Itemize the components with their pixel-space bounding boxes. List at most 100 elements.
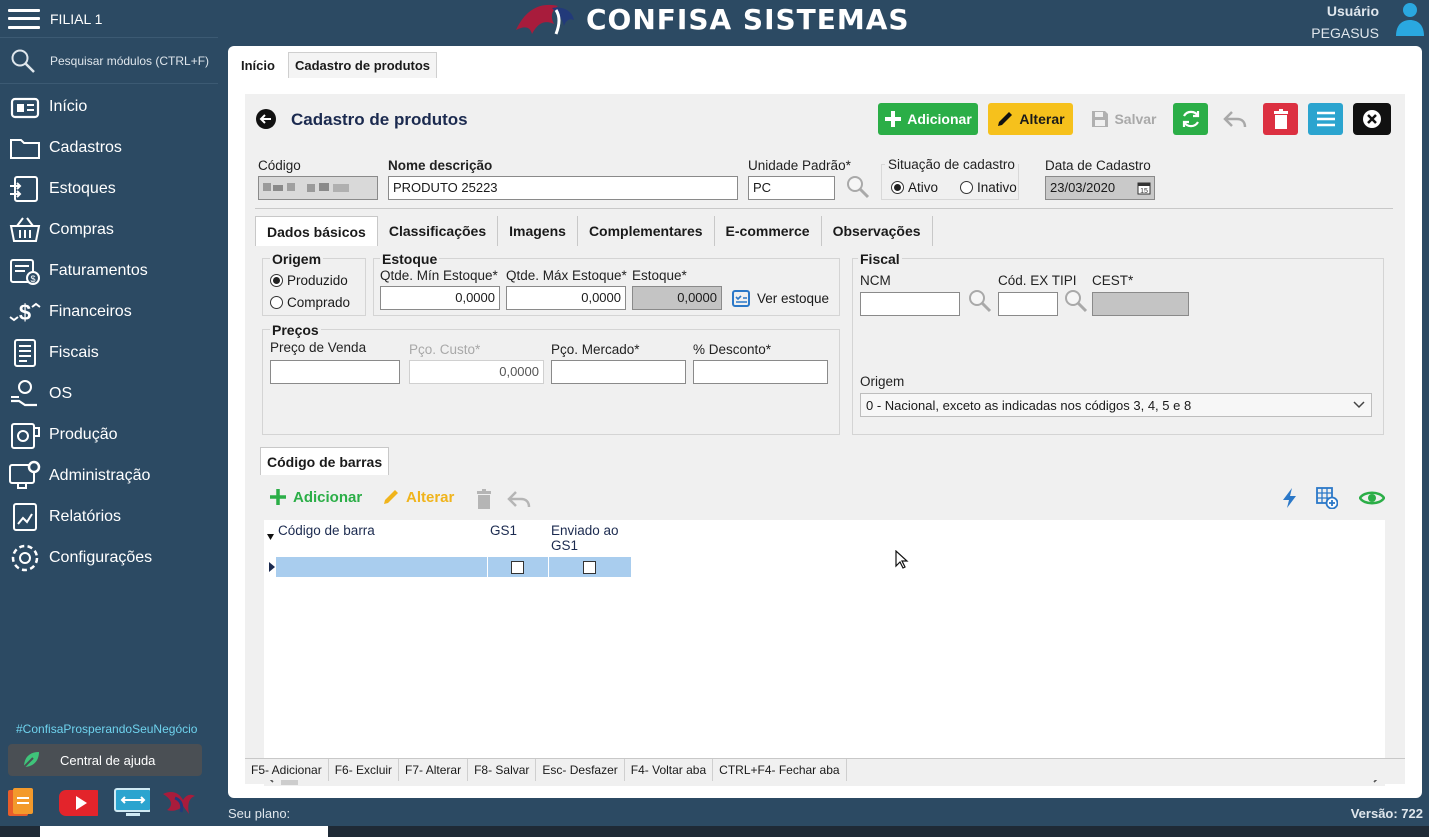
hamburger-menu-icon[interactable] bbox=[8, 7, 40, 31]
undo-button[interactable] bbox=[1217, 103, 1252, 135]
sidebar-item-relatorios[interactable]: Relatórios bbox=[0, 496, 218, 537]
back-arrow-icon[interactable] bbox=[256, 109, 276, 129]
table-row[interactable] bbox=[276, 557, 631, 577]
estoque-label: Estoque* bbox=[632, 268, 687, 283]
tab-dados-basicos[interactable]: Dados básicos bbox=[255, 216, 378, 246]
os-taskbar bbox=[0, 826, 1429, 837]
svg-text:15: 15 bbox=[1140, 188, 1148, 195]
barcode-edit-button[interactable]: Alterar bbox=[382, 488, 454, 506]
data-cadastro-field[interactable]: 23/03/2020 15 bbox=[1045, 176, 1155, 200]
tab-complementares[interactable]: Complementares bbox=[578, 216, 715, 246]
sidebar-item-compras[interactable]: Compras bbox=[0, 209, 218, 250]
lightning-icon[interactable] bbox=[1281, 487, 1299, 509]
delete-button[interactable] bbox=[1263, 103, 1298, 135]
tab-cadastro-produtos[interactable]: Cadastro de produtos bbox=[287, 52, 438, 78]
ex-tipi-field[interactable] bbox=[998, 292, 1058, 316]
sidebar-item-financeiros[interactable]: $ Financeiros bbox=[0, 291, 218, 332]
nome-field[interactable]: PRODUTO 25223 bbox=[388, 176, 738, 200]
qtde-max-label: Qtde. Máx Estoque* bbox=[506, 268, 627, 283]
preco-venda-field[interactable] bbox=[270, 360, 400, 384]
grid-add-icon[interactable] bbox=[1316, 487, 1338, 509]
manual-book-icon[interactable] bbox=[6, 786, 40, 818]
branch-name[interactable]: FILIAL 1 bbox=[50, 11, 102, 27]
version-label: Versão: 722 bbox=[1350, 806, 1423, 821]
help-center-button[interactable]: Central de ajuda bbox=[8, 744, 202, 776]
plan-label: Seu plano: bbox=[228, 806, 291, 821]
situacao-inativo-radio[interactable]: Inativo bbox=[960, 180, 1017, 195]
sidebar-item-estoques[interactable]: Estoques bbox=[0, 168, 218, 209]
user-name: PEGASUS bbox=[1311, 25, 1379, 41]
column-header-enviado[interactable]: Enviado ao GS1 bbox=[551, 520, 626, 553]
calendar-icon[interactable]: 15 bbox=[1137, 181, 1151, 195]
hashtag-text: #ConfisaProsperandoSeuNegócio bbox=[16, 722, 198, 736]
form-tabs: Dados básicos Classificações Imagens Com… bbox=[255, 216, 933, 246]
radio-label: Produzido bbox=[287, 273, 348, 288]
pegasus-logo-icon[interactable] bbox=[160, 786, 195, 818]
add-button[interactable]: Adicionar bbox=[878, 103, 978, 135]
eye-icon[interactable] bbox=[1359, 489, 1385, 507]
module-search[interactable]: Pesquisar módulos (CTRL+F) bbox=[0, 38, 218, 84]
sidebar-item-cadastros[interactable]: Cadastros bbox=[0, 127, 218, 168]
edit-button-label: Alterar bbox=[1019, 111, 1065, 127]
codigo-field[interactable] bbox=[258, 176, 378, 200]
origem-produzido-radio[interactable]: Produzido bbox=[270, 273, 348, 288]
qtde-max-field[interactable]: 0,0000 bbox=[506, 286, 626, 310]
tab-observacoes[interactable]: Observações bbox=[822, 216, 933, 246]
app-title: CONFISA SISTEMAS bbox=[586, 2, 910, 36]
gs1-checkbox[interactable] bbox=[511, 561, 524, 574]
tab-imagens[interactable]: Imagens bbox=[498, 216, 578, 246]
user-info[interactable]: Usuário PEGASUS bbox=[1311, 0, 1379, 44]
user-avatar-icon[interactable] bbox=[1395, 0, 1425, 36]
sidebar-item-administracao[interactable]: Administração bbox=[0, 455, 218, 496]
unidade-field[interactable]: PC bbox=[748, 176, 835, 200]
barcode-undo-icon[interactable] bbox=[507, 489, 531, 509]
sidebar-item-configuracoes[interactable]: Configurações bbox=[0, 537, 218, 578]
sidebar-item-label: Fiscais bbox=[49, 343, 99, 361]
edit-button[interactable]: Alterar bbox=[988, 103, 1073, 135]
enviado-checkbox[interactable] bbox=[583, 561, 596, 574]
main-panel: Início Cadastro de produtos Cadastro de … bbox=[228, 46, 1422, 798]
remote-access-icon[interactable] bbox=[112, 786, 152, 818]
sidebar-item-fiscais[interactable]: Fiscais bbox=[0, 332, 218, 373]
sidebar-item-os[interactable]: OS bbox=[0, 373, 218, 414]
barcode-delete-icon[interactable] bbox=[476, 489, 492, 509]
options-menu-button[interactable] bbox=[1308, 103, 1343, 135]
radio-label: Comprado bbox=[287, 295, 351, 310]
shortcut-item: F5- Adicionar bbox=[245, 759, 329, 781]
home-icon bbox=[10, 97, 40, 118]
pco-mercado-field[interactable] bbox=[551, 360, 686, 384]
ncm-label: NCM bbox=[860, 273, 891, 288]
sidebar-item-label: Cadastros bbox=[49, 138, 122, 156]
column-header-gs1[interactable]: GS1 bbox=[490, 520, 545, 538]
close-button[interactable] bbox=[1353, 103, 1391, 135]
barcode-add-label: Adicionar bbox=[293, 488, 363, 506]
situacao-ativo-radio[interactable]: Ativo bbox=[891, 180, 938, 195]
column-header-codigo[interactable]: Código de barra bbox=[278, 520, 483, 538]
taskbar-search[interactable] bbox=[40, 826, 328, 837]
youtube-icon[interactable] bbox=[54, 786, 103, 818]
search-ncm-icon[interactable] bbox=[967, 288, 993, 314]
search-ex-tipi-icon[interactable] bbox=[1063, 288, 1089, 314]
tab-inicio[interactable]: Início bbox=[234, 52, 282, 78]
save-button[interactable]: Salvar bbox=[1089, 103, 1159, 135]
tab-codigo-barras[interactable]: Código de barras bbox=[260, 447, 390, 475]
qtde-min-field[interactable]: 0,0000 bbox=[380, 286, 500, 310]
mouse-cursor-icon bbox=[895, 550, 909, 569]
origem-comprado-radio[interactable]: Comprado bbox=[270, 295, 350, 310]
sidebar-item-faturamentos[interactable]: $ Faturamentos bbox=[0, 250, 218, 291]
ncm-field[interactable] bbox=[860, 292, 960, 316]
fiscal-origem-select[interactable]: 0 - Nacional, exceto as indicadas nos có… bbox=[860, 393, 1372, 417]
tab-ecommerce[interactable]: E-commerce bbox=[715, 216, 822, 246]
sidebar: FILIAL 1 Pesquisar módulos (CTRL+F) Iníc… bbox=[0, 0, 218, 837]
desconto-field[interactable] bbox=[693, 360, 828, 384]
sidebar-item-producao[interactable]: Produção bbox=[0, 414, 218, 455]
tab-classificacoes[interactable]: Classificações bbox=[378, 216, 499, 246]
cest-label: CEST* bbox=[1092, 273, 1134, 288]
ver-estoque-link[interactable]: Ver estoque bbox=[732, 289, 829, 307]
search-unidade-icon[interactable] bbox=[845, 174, 871, 200]
barcode-add-button[interactable]: Adicionar bbox=[269, 488, 362, 506]
sidebar-item-inicio[interactable]: Início bbox=[0, 86, 218, 127]
refresh-button[interactable] bbox=[1173, 103, 1208, 135]
shortcut-item: Esc- Desfazer bbox=[536, 759, 625, 781]
situacao-label: Situação de cadastro bbox=[885, 157, 1018, 172]
